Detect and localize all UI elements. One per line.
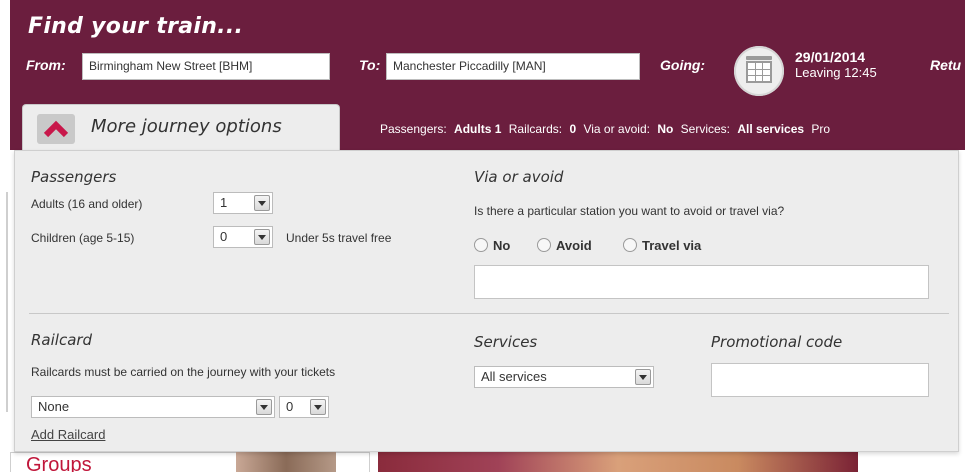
summary-via: Via or avoid: No (583, 122, 674, 136)
from-station-input[interactable]: Birmingham New Street [BHM] (82, 53, 330, 80)
promo-image (236, 452, 336, 472)
going-label: Going: (660, 57, 706, 73)
more-journey-options-tab[interactable]: More journey options (22, 104, 340, 152)
summary-passengers: Passengers: Adults 1 (380, 122, 502, 136)
summary-railcards: Railcards: 0 (508, 122, 577, 136)
departure-time: Leaving 12:45 (795, 65, 877, 80)
banner-image (378, 452, 858, 472)
chevron-down-icon[interactable] (635, 369, 651, 385)
services-select[interactable]: All services (474, 366, 654, 388)
chevron-down-icon[interactable] (256, 399, 272, 415)
radio-button[interactable] (623, 238, 637, 252)
passengers-heading: Passengers (31, 168, 117, 186)
children-label: Children (age 5-15) (31, 231, 135, 245)
add-railcard-link[interactable]: Add Railcard (31, 427, 105, 442)
groups-heading: Groups (26, 454, 92, 472)
chevron-up-icon[interactable] (37, 114, 75, 144)
summary-services: Services: All services (680, 122, 805, 136)
journey-options-panel: Passengers Adults (16 and older) 1 Child… (14, 150, 959, 452)
to-station-input[interactable]: Manchester Piccadilly [MAN] (386, 53, 640, 80)
adults-select[interactable]: 1 (213, 192, 273, 214)
via-question: Is there a particular station you want t… (474, 204, 785, 218)
departure-date: 29/01/2014 (795, 49, 866, 65)
promo-code-input[interactable] (711, 363, 929, 397)
radio-button[interactable] (537, 238, 551, 252)
radio-no[interactable]: No (474, 237, 510, 255)
tab-label: More journey options (91, 116, 282, 137)
chevron-down-icon[interactable] (254, 195, 270, 211)
chevron-down-icon[interactable] (310, 399, 326, 415)
services-heading: Services (474, 333, 538, 351)
summary-promo: Pro (811, 122, 831, 136)
railcard-note: Railcards must be carried on the journey… (31, 365, 336, 379)
via-station-input[interactable] (474, 265, 929, 299)
to-label: To: (359, 57, 381, 73)
promo-heading: Promotional code (711, 333, 843, 351)
departure-datetime[interactable]: 29/01/2014 Leaving 12:45 (795, 49, 877, 81)
railcard-heading: Railcard (31, 331, 93, 349)
options-summary: Passengers: Adults 1 Railcards: 0 Via or… (380, 122, 834, 136)
section-divider (29, 313, 949, 314)
railcard-type-select[interactable]: None (31, 396, 275, 418)
adults-label: Adults (16 and older) (31, 197, 143, 211)
return-label: Retu (930, 57, 962, 73)
calendar-icon[interactable] (734, 46, 784, 96)
radio-button[interactable] (474, 238, 488, 252)
via-heading: Via or avoid (474, 168, 564, 186)
chevron-down-icon[interactable] (254, 229, 270, 245)
railcard-count-select[interactable]: 0 (279, 396, 329, 418)
radio-avoid[interactable]: Avoid (537, 237, 592, 255)
children-note: Under 5s travel free (286, 231, 392, 245)
radio-travel-via[interactable]: Travel via (623, 237, 701, 255)
background-border (6, 192, 14, 412)
from-label: From: (26, 57, 66, 73)
children-select[interactable]: 0 (213, 226, 273, 248)
page-title: Find your train... (28, 14, 244, 39)
